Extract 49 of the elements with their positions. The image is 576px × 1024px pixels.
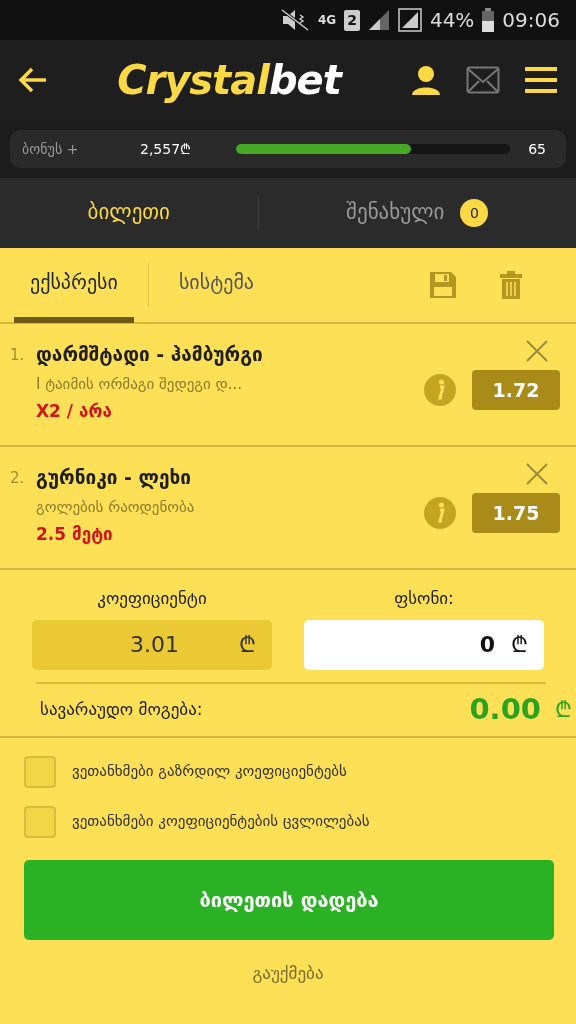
logo: Crystalbet <box>117 56 341 105</box>
info-icon[interactable] <box>424 497 456 529</box>
count-badge: 0 <box>460 199 489 227</box>
potential-win-label: სავარაუდო მოგება: <box>40 697 203 721</box>
signal-icon <box>367 9 390 31</box>
sim-badge: 2 <box>344 9 360 31</box>
stake-input[interactable]: 0 ₾ <box>304 619 544 670</box>
checkbox-label: ვეთანხმები კოეფიციენტების ცვლილებას <box>72 811 370 833</box>
battery-icon <box>482 8 495 32</box>
odds-button[interactable]: 1.75 <box>472 493 560 533</box>
bonus-label: ბონუს + <box>22 139 80 159</box>
odds-total-box: 3.01 ₾ <box>32 619 272 670</box>
bet-number: 2. <box>10 468 26 489</box>
battery-percent: 44% <box>429 7 475 34</box>
trash-icon[interactable] <box>500 271 522 299</box>
network-label: 4G <box>317 12 337 29</box>
info-icon[interactable] <box>424 374 456 406</box>
tab[interactable]: შენახული 0 <box>258 196 576 230</box>
tab[interactable]: ბილეთი <box>0 196 258 230</box>
checkbox[interactable] <box>24 805 56 838</box>
potential-win-amount: 0.00 <box>469 690 541 728</box>
close-icon[interactable] <box>526 463 548 485</box>
market-name: გოლების რაოდენობა <box>36 496 196 518</box>
checkbox-label: ვეთანხმები გაზრდილ კოეფიციენტებს <box>72 761 347 783</box>
tab[interactable]: ექსპრესი <box>14 247 134 323</box>
mail-icon[interactable] <box>466 66 500 94</box>
save-icon[interactable] <box>430 272 456 298</box>
match-title: გურნიკი - ლეხი <box>36 465 193 491</box>
bonus-amount: 2,557₾ <box>140 139 193 159</box>
back-arrow-icon[interactable] <box>18 67 48 93</box>
bonus-count: 65 <box>528 139 546 159</box>
close-icon[interactable] <box>526 340 548 362</box>
menu-icon[interactable] <box>524 66 558 94</box>
stake-label: ფსონი: <box>394 587 454 610</box>
user-icon[interactable] <box>410 65 442 95</box>
match-title: დარმშტადი - ჰამბურგი <box>36 342 264 368</box>
odds-label: კოეფიციენტი <box>97 587 207 610</box>
bet-number: 1. <box>10 345 26 366</box>
odds-button[interactable]: 1.72 <box>472 370 560 410</box>
cancel-button[interactable]: გაუქმება <box>246 959 330 987</box>
signal-icon <box>397 8 422 32</box>
selection-text: X2 / არა <box>36 400 113 423</box>
market-name: I ტაიმის ორმაგი შედეგი დ... <box>36 373 244 395</box>
mute-icon <box>279 8 310 32</box>
checkbox[interactable] <box>24 755 56 788</box>
tab[interactable]: სისტემა <box>162 247 270 323</box>
selection-text: 2.5 მეტი <box>36 523 114 546</box>
clock: 09:06 <box>502 7 560 34</box>
currency-sign: ₾ <box>555 696 572 724</box>
